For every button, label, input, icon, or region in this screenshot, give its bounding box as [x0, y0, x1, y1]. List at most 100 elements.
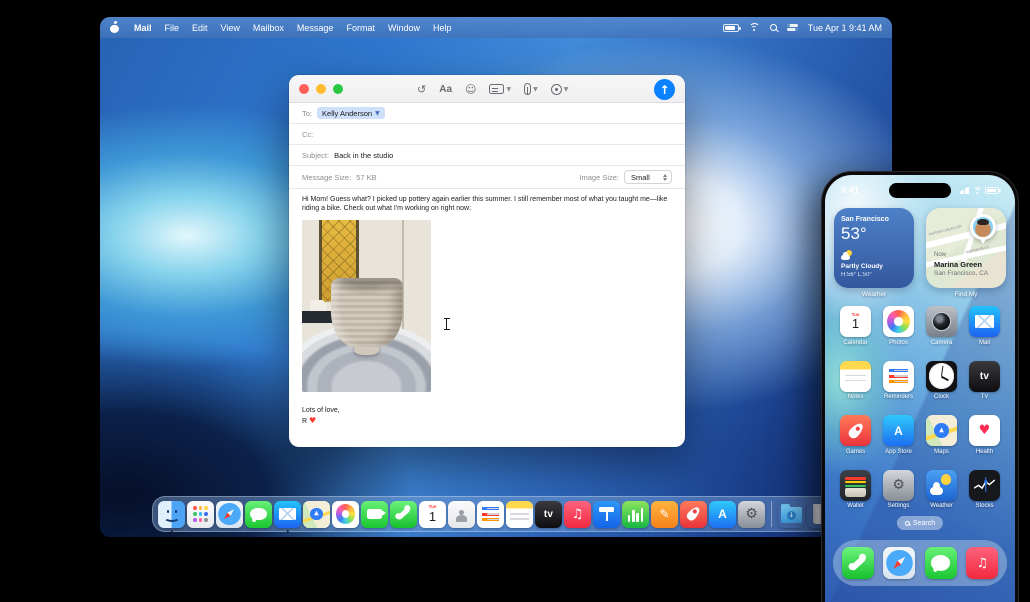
dock-item-launchpad[interactable] [187, 500, 214, 528]
iphone-app-games[interactable]: Games [836, 415, 876, 455]
contacts-icon [448, 500, 475, 528]
insert-media-button[interactable]: ▼ [550, 83, 568, 95]
subject-field-row[interactable]: Subject: Back in the studio [289, 145, 685, 166]
dock: ▲ Tue 1 tv ♫ ✎ A ⚙ ↓ [152, 496, 840, 533]
dock-item-safari[interactable] [216, 500, 243, 528]
dock-item-mail[interactable] [274, 500, 301, 533]
photo-attachment[interactable] [302, 219, 431, 392]
iphone-device: 9:41 San Francisco 53° Partly Cloudy H:5… [822, 172, 1018, 602]
paperclip-icon [524, 83, 532, 95]
dock-item-finder[interactable] [158, 500, 185, 533]
cc-label: Cc: [302, 129, 314, 139]
iphone-app-photos[interactable]: Photos [879, 306, 919, 346]
settings-icon: ⚙ [883, 469, 914, 501]
menu-view[interactable]: View [221, 23, 240, 33]
dock-item-downloads[interactable]: ↓ [778, 501, 805, 528]
iphone-app-weather[interactable]: Weather [922, 469, 962, 509]
iphone-dock-phone-icon[interactable] [841, 547, 874, 579]
iphone-app-maps[interactable]: ▲ Maps [922, 415, 962, 455]
closing-line: Lots of love, [302, 407, 340, 414]
iphone-app-stocks[interactable]: Stocks [965, 469, 1005, 509]
phone-icon [390, 500, 417, 528]
dock-item-reminders[interactable] [477, 500, 504, 528]
attach-file-button[interactable]: ▼ [524, 83, 538, 95]
menu-format[interactable]: Format [346, 23, 375, 33]
iphone-app-calendar[interactable]: Tue 1 Calendar [836, 306, 876, 346]
menu-help[interactable]: Help [433, 23, 452, 33]
dock-item-notes[interactable] [506, 500, 533, 528]
recipient-token[interactable]: Kelly Anderson ▼ [317, 107, 385, 119]
iphone-home-screen: 9:41 San Francisco 53° Partly Cloudy H:5… [825, 175, 1015, 602]
to-field-row[interactable]: To: Kelly Anderson ▼ [289, 103, 685, 124]
menu-bar-clock[interactable]: Tue Apr 1 9:41 AM [808, 23, 882, 33]
iphone-app-camera[interactable]: Camera [922, 306, 962, 346]
dock-item-settings[interactable]: ⚙ [738, 500, 765, 528]
dock-item-music[interactable]: ♫ [564, 500, 591, 528]
minimize-window-button[interactable] [316, 84, 326, 94]
iphone-app-appstore[interactable]: A App Store [879, 415, 919, 455]
iphone-app-wallet[interactable]: Wallet [836, 469, 876, 509]
message-body[interactable]: Hi Mom! Guess what? I picked up pottery … [289, 189, 685, 392]
iphone-app-notes[interactable]: Notes [836, 360, 876, 400]
iphone-app-health[interactable]: ♥ Health [965, 415, 1005, 455]
menu-edit[interactable]: Edit [192, 23, 208, 33]
iphone-dock-messages-icon[interactable] [924, 547, 957, 579]
message-size-label: Message Size: [302, 172, 352, 182]
iphone-app-tv[interactable]: tv TV [965, 360, 1005, 400]
send-button[interactable]: ↑ [654, 79, 675, 100]
dock-item-phone[interactable] [390, 500, 417, 528]
iphone-dock-music-icon[interactable]: ♫ [966, 547, 999, 579]
app-label: Maps [934, 448, 949, 455]
dock-item-contacts[interactable] [448, 500, 475, 528]
iphone-app-settings[interactable]: ⚙ Settings [879, 469, 919, 509]
findmy-now: Now [934, 252, 947, 258]
menu-mailbox[interactable]: Mailbox [253, 23, 284, 33]
app-label: Weather [930, 503, 953, 509]
menu-message[interactable]: Message [297, 23, 334, 33]
dock-item-maps[interactable]: ▲ [303, 500, 330, 528]
control-center-icon[interactable] [786, 23, 798, 32]
menu-mail[interactable]: Mail [134, 23, 152, 33]
image-size-select[interactable]: Small [624, 170, 672, 184]
dock-item-photos[interactable] [332, 500, 359, 528]
notes-icon [506, 500, 533, 528]
dock-item-keynote[interactable] [593, 500, 620, 528]
find-my-widget[interactable]: MARINA GREEN DR MARINA BLVD Now Marina G… [926, 208, 1006, 288]
battery-icon[interactable] [722, 23, 741, 32]
app-label: Games [845, 448, 866, 455]
iphone-app-clock[interactable]: Clock [922, 360, 962, 400]
maps-icon: ▲ [303, 500, 330, 528]
iphone-dock-safari-icon[interactable] [883, 547, 916, 579]
undo-icon[interactable]: ↺ [417, 84, 426, 95]
cc-field-row[interactable]: Cc: [289, 124, 685, 145]
menu-window[interactable]: Window [388, 23, 420, 33]
weather-widget[interactable]: San Francisco 53° Partly Cloudy H:56° L:… [834, 208, 914, 288]
dock-item-games[interactable] [680, 500, 707, 528]
header-fields-button[interactable]: ▼ [489, 84, 511, 94]
dock-item-messages[interactable] [245, 500, 272, 528]
spotlight-search-pill[interactable]: Search [896, 516, 944, 530]
reminders-icon [477, 500, 504, 528]
mail-compose-window: ↺ Aa ☺ ▼ ▼ ▼ ↑ To: Kelly Anderson ▼ Cc: … [289, 75, 685, 447]
menu-file[interactable]: File [165, 23, 180, 33]
format-font-button[interactable]: Aa [439, 84, 452, 95]
photos-icon [883, 306, 914, 337]
dock-item-numbers[interactable] [622, 500, 649, 528]
apple-menu-icon[interactable] [110, 22, 119, 33]
emoji-picker-icon[interactable]: ☺ [465, 84, 476, 95]
iphone-app-reminders[interactable]: Reminders [879, 360, 919, 400]
dock-item-facetime[interactable] [361, 500, 388, 528]
spotlight-search-icon[interactable] [769, 24, 777, 31]
dock-item-tv[interactable]: tv [535, 500, 562, 528]
dock-item-calendar[interactable]: Tue 1 [419, 500, 446, 528]
zoom-window-button[interactable] [333, 84, 343, 94]
iphone-app-mail[interactable]: Mail [965, 306, 1005, 346]
dock-item-pages[interactable]: ✎ [651, 500, 678, 528]
photos-icon [332, 500, 359, 528]
dock-item-appstore[interactable]: A [709, 500, 736, 528]
findmy-place: Marina Green [934, 260, 982, 269]
app-label: Photos [889, 339, 908, 346]
menu-bar: Mail File Edit View Mailbox Message Format Wind… [100, 17, 892, 38]
close-window-button[interactable] [299, 84, 309, 94]
wifi-icon[interactable] [748, 23, 760, 32]
